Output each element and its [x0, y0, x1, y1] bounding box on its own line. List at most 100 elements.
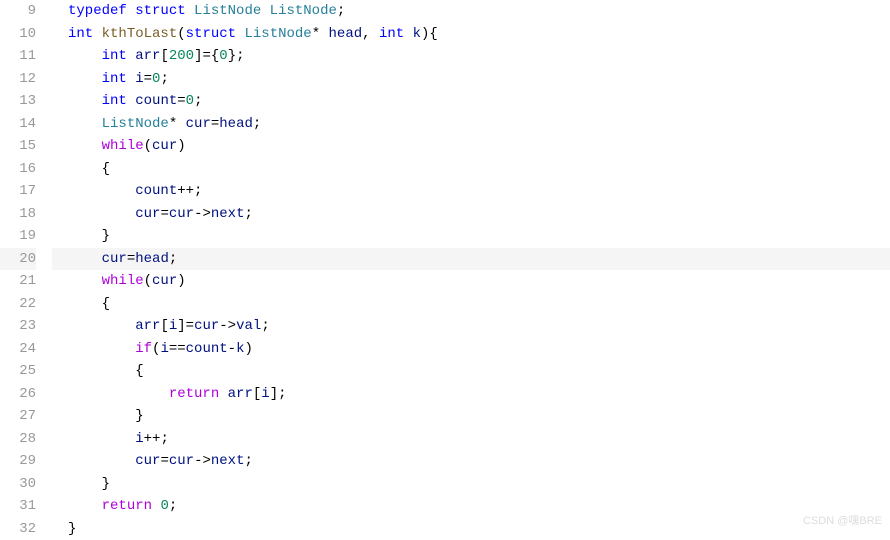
line-number: 32: [0, 518, 36, 540]
token-var: cur: [102, 248, 127, 271]
token-op: =: [211, 113, 219, 136]
token-paren: ): [177, 270, 185, 293]
token-op: =: [160, 450, 168, 473]
token-kw: struct: [186, 23, 236, 46]
token-var: cur: [194, 315, 219, 338]
code-line[interactable]: cur=cur->next;: [52, 450, 890, 473]
code-line[interactable]: int i=0;: [52, 68, 890, 91]
token-punct: ;: [194, 180, 202, 203]
token-brace: {: [102, 293, 110, 316]
code-line[interactable]: return 0;: [52, 495, 890, 518]
token-var: arr: [135, 45, 160, 68]
token-brace: {: [102, 158, 110, 181]
code-line[interactable]: while(cur): [52, 135, 890, 158]
code-line[interactable]: {: [52, 293, 890, 316]
token-op: =: [144, 68, 152, 91]
line-number: 13: [0, 90, 36, 113]
token-var: i: [261, 383, 269, 406]
token-var: cur: [186, 113, 211, 136]
code-line[interactable]: ListNode* cur=head;: [52, 113, 890, 136]
code-line[interactable]: i++;: [52, 428, 890, 451]
token-var: val: [236, 315, 261, 338]
line-number-gutter: 9101112131415161718192021222324252627282…: [0, 0, 52, 540]
line-number: 21: [0, 270, 36, 293]
token-paren: (: [144, 135, 152, 158]
token-var: cur: [135, 450, 160, 473]
token-punct: ;: [337, 0, 345, 23]
token-paren: ]: [270, 383, 278, 406]
token-paren: [: [253, 383, 261, 406]
token-punct: ;: [244, 203, 252, 226]
token-punct: ;: [278, 383, 286, 406]
line-number: 29: [0, 450, 36, 473]
token-punct: ;: [194, 90, 202, 113]
code-line[interactable]: cur=head;: [52, 248, 890, 271]
line-number: 27: [0, 405, 36, 428]
token-type: ListNode: [102, 113, 169, 136]
token-var: next: [211, 203, 245, 226]
code-line[interactable]: if(i==count-k): [52, 338, 890, 361]
code-line[interactable]: }: [52, 518, 890, 540]
token-op: ++: [177, 180, 194, 203]
token-kw: int: [102, 68, 127, 91]
token-brace: }: [135, 405, 143, 428]
token-num: 0: [219, 45, 227, 68]
token-paren: (: [144, 270, 152, 293]
token-brace: }: [102, 225, 110, 248]
code-line[interactable]: count++;: [52, 180, 890, 203]
token-var: head: [219, 113, 253, 136]
code-line[interactable]: return arr[i];: [52, 383, 890, 406]
token-punct: ;: [160, 68, 168, 91]
token-var: next: [211, 450, 245, 473]
token-brace: {: [429, 23, 437, 46]
token-paren: (: [177, 23, 185, 46]
token-paren: [: [160, 45, 168, 68]
token-num: 0: [152, 68, 160, 91]
line-number: 10: [0, 23, 36, 46]
token-punct: ;: [253, 113, 261, 136]
token-op: -: [228, 338, 236, 361]
code-line[interactable]: {: [52, 158, 890, 181]
token-op: ->: [194, 450, 211, 473]
token-type: ListNode: [244, 23, 311, 46]
token-punct: ;: [236, 45, 244, 68]
token-var: cur: [135, 203, 160, 226]
line-number: 9: [0, 0, 36, 23]
token-brace: {: [135, 360, 143, 383]
token-var: count: [135, 180, 177, 203]
code-line[interactable]: cur=cur->next;: [52, 203, 890, 226]
line-number: 31: [0, 495, 36, 518]
code-line[interactable]: }: [52, 225, 890, 248]
token-ctrl: while: [102, 270, 144, 293]
code-line[interactable]: int kthToLast(struct ListNode* head, int…: [52, 23, 890, 46]
token-punct: ;: [244, 450, 252, 473]
line-number: 25: [0, 360, 36, 383]
code-line[interactable]: int count=0;: [52, 90, 890, 113]
token-func: kthToLast: [102, 23, 178, 46]
line-number: 17: [0, 180, 36, 203]
token-op: =: [202, 45, 210, 68]
token-var: cur: [152, 135, 177, 158]
line-number: 11: [0, 45, 36, 68]
token-brace: }: [102, 473, 110, 496]
code-line[interactable]: {: [52, 360, 890, 383]
code-area[interactable]: typedef struct ListNode ListNode;int kth…: [52, 0, 890, 540]
line-number: 22: [0, 293, 36, 316]
line-number: 14: [0, 113, 36, 136]
code-line[interactable]: int arr[200]={0};: [52, 45, 890, 68]
token-num: 0: [160, 495, 168, 518]
token-punct: ;: [169, 248, 177, 271]
code-line[interactable]: typedef struct ListNode ListNode;: [52, 0, 890, 23]
code-line[interactable]: arr[i]=cur->val;: [52, 315, 890, 338]
code-line[interactable]: }: [52, 473, 890, 496]
token-var: k: [413, 23, 421, 46]
code-line[interactable]: while(cur): [52, 270, 890, 293]
token-num: 0: [186, 90, 194, 113]
token-paren: [: [160, 315, 168, 338]
token-paren: ): [244, 338, 252, 361]
token-op: *: [312, 23, 320, 46]
code-line[interactable]: }: [52, 405, 890, 428]
token-var: head: [329, 23, 363, 46]
token-type: ListNode: [270, 0, 337, 23]
token-punct: ,: [362, 23, 370, 46]
